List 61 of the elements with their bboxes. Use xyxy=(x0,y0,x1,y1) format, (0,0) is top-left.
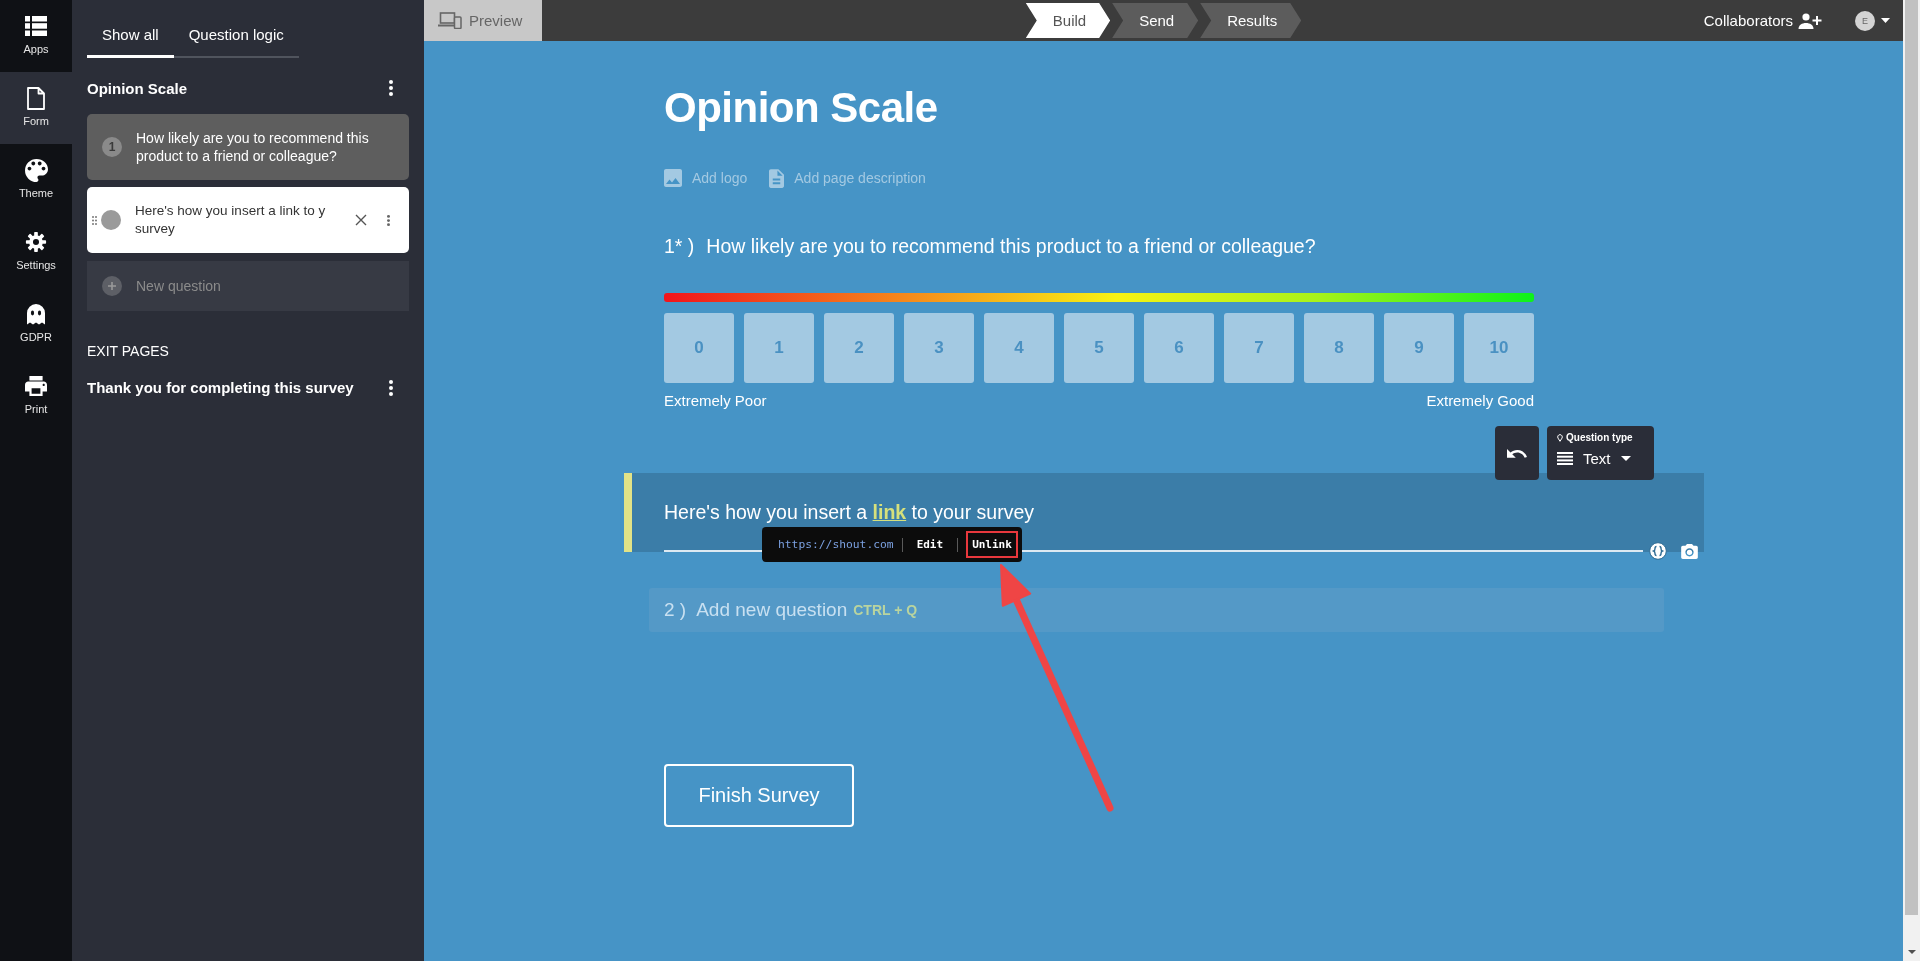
document-icon xyxy=(769,168,785,188)
devices-icon xyxy=(438,12,462,29)
ghost-icon xyxy=(26,303,46,325)
form-title: Opinion Scale xyxy=(87,79,188,97)
undo-icon xyxy=(1507,448,1527,458)
undo-button[interactable] xyxy=(1495,426,1539,480)
exit-page-title[interactable]: Thank you for completing this survey xyxy=(87,379,354,396)
question-type-label: Question type xyxy=(1566,432,1633,444)
person-add-icon xyxy=(1798,12,1822,29)
more-options-icon[interactable] xyxy=(389,379,393,396)
question-type-dropdown[interactable]: Text xyxy=(1557,450,1631,467)
preview-button[interactable]: Preview xyxy=(424,0,542,41)
close-icon[interactable] xyxy=(355,214,367,226)
pin-icon xyxy=(1557,434,1563,442)
scale-high-label: Extremely Good xyxy=(1426,392,1534,410)
nav-item[interactable]: Form xyxy=(0,72,72,144)
step-tab[interactable]: Send xyxy=(1112,3,1199,38)
palette-icon xyxy=(24,158,48,182)
avatar[interactable]: E xyxy=(1855,10,1875,31)
new-question-button[interactable]: New question xyxy=(87,261,409,311)
caret-down-icon[interactable] xyxy=(1881,18,1890,23)
nav-item[interactable]: GDPR xyxy=(0,288,72,360)
plus-icon xyxy=(102,276,122,296)
caret-down-icon xyxy=(1620,456,1631,461)
add-question-field[interactable]: 2 ) Add new question CTRL + Q xyxy=(649,588,1664,632)
scrollbar-thumb[interactable] xyxy=(1905,0,1918,915)
tab[interactable]: Question logic xyxy=(173,17,299,58)
image-icon xyxy=(664,169,682,187)
printer-icon xyxy=(25,376,47,396)
drag-handle-icon[interactable] xyxy=(92,215,97,225)
camera-icon[interactable] xyxy=(1681,543,1698,559)
tab[interactable]: Show all xyxy=(87,17,174,58)
question-number: 1 xyxy=(102,137,122,157)
question-text: How likely are you to recommend this product to a friend or colleague? xyxy=(706,234,1316,258)
nav-item[interactable]: Apps xyxy=(0,0,72,72)
question-list-item[interactable]: Here's how you insert a link to y survey xyxy=(87,187,409,253)
more-options-icon[interactable] xyxy=(389,80,393,96)
inline-link[interactable]: link xyxy=(872,501,907,523)
lines-icon xyxy=(1557,452,1573,465)
nav-item[interactable]: Print xyxy=(0,360,72,432)
nav-item[interactable]: Theme xyxy=(0,144,72,216)
step-tab[interactable]: Results xyxy=(1200,3,1302,38)
form-title: Opinion Scale xyxy=(664,83,939,133)
list-grid-icon xyxy=(25,16,47,36)
circle-icon xyxy=(101,210,121,230)
document-icon xyxy=(27,86,45,110)
collaborators-button[interactable]: Collaborators xyxy=(1703,12,1822,29)
settings-icon xyxy=(25,231,47,253)
question-list-item[interactable]: 1 How likely are you to recommend this product to a friend or colleague? xyxy=(87,114,409,180)
more-options-icon[interactable] xyxy=(387,214,390,226)
finish-survey-button[interactable]: Finish Survey xyxy=(664,764,854,827)
question-number: 1* ) xyxy=(664,234,695,258)
step-tab[interactable]: Build xyxy=(1025,3,1111,38)
scale-low-label: Extremely Poor xyxy=(664,392,767,410)
link-url[interactable]: https://shout.com xyxy=(778,538,894,551)
nav-item[interactable]: Settings xyxy=(0,216,72,288)
braces-icon[interactable] xyxy=(1649,542,1667,560)
unlink-button[interactable]: Unlink xyxy=(966,531,1018,558)
section-heading: EXIT PAGES xyxy=(87,343,170,359)
question-text: Here's how you insert a link to your survey xyxy=(664,501,1035,523)
scroll-down-arrow-icon[interactable] xyxy=(1907,950,1916,954)
